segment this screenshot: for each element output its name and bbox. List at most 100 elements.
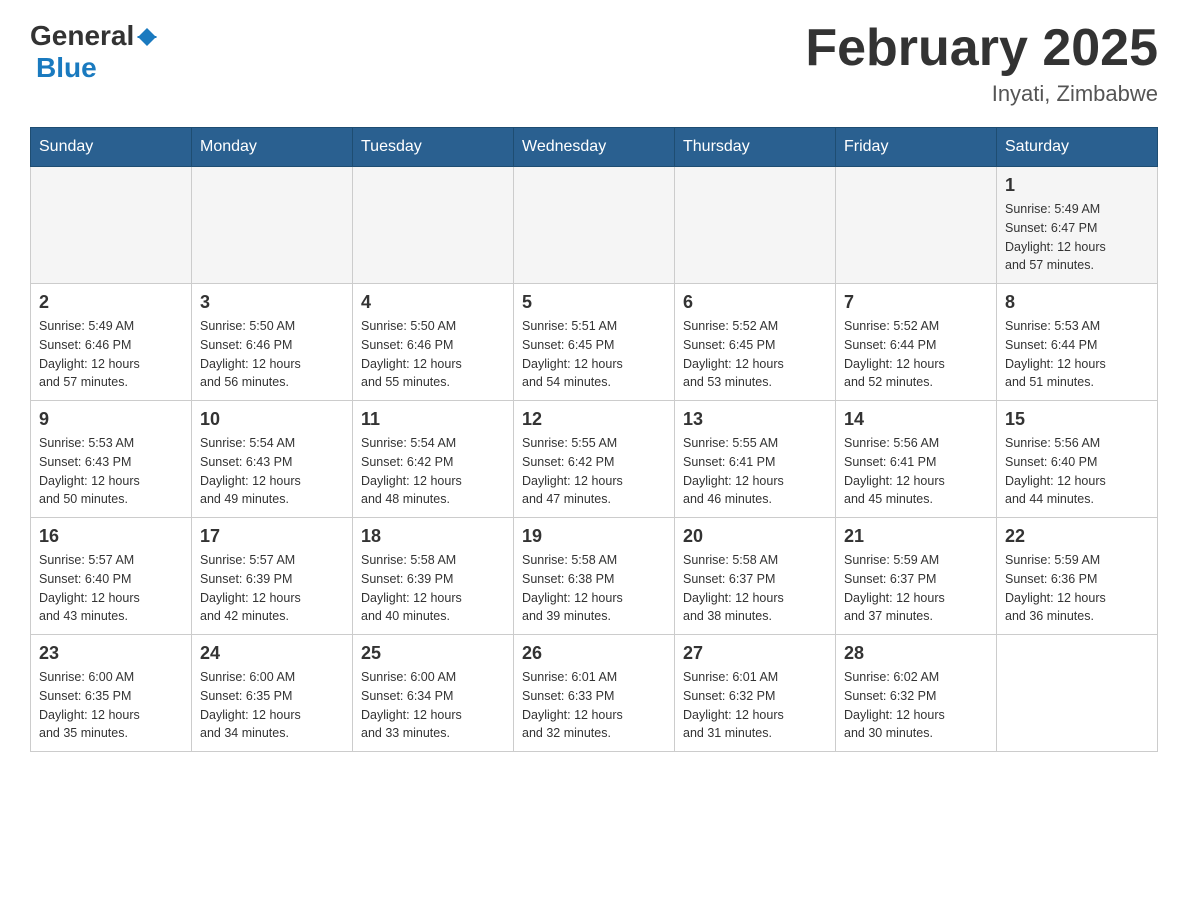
day-info: Sunrise: 5:54 AM Sunset: 6:42 PM Dayligh… <box>361 434 505 509</box>
day-of-week-header: Monday <box>192 128 353 167</box>
day-header-row: SundayMondayTuesdayWednesdayThursdayFrid… <box>31 128 1158 167</box>
day-number: 3 <box>200 292 344 313</box>
day-number: 12 <box>522 409 666 430</box>
logo-blue-text: Blue <box>34 52 97 84</box>
calendar-cell: 3 Sunrise: 5:50 AM Sunset: 6:46 PM Daylig… <box>192 284 353 401</box>
calendar-cell <box>514 167 675 284</box>
day-number: 1 <box>1005 175 1149 196</box>
calendar-cell <box>675 167 836 284</box>
day-info: Sunrise: 6:00 AM Sunset: 6:35 PM Dayligh… <box>200 668 344 743</box>
calendar-cell: 2 Sunrise: 5:49 AM Sunset: 6:46 PM Daylig… <box>31 284 192 401</box>
calendar-cell: 19 Sunrise: 5:58 AM Sunset: 6:38 PM Dayli… <box>514 518 675 635</box>
day-of-week-header: Wednesday <box>514 128 675 167</box>
calendar-cell: 18 Sunrise: 5:58 AM Sunset: 6:39 PM Dayli… <box>353 518 514 635</box>
day-info: Sunrise: 5:58 AM Sunset: 6:37 PM Dayligh… <box>683 551 827 626</box>
calendar-cell: 11 Sunrise: 5:54 AM Sunset: 6:42 PM Dayli… <box>353 401 514 518</box>
month-title: February 2025 <box>805 20 1158 77</box>
day-number: 15 <box>1005 409 1149 430</box>
day-number: 2 <box>39 292 183 313</box>
calendar-cell: 8 Sunrise: 5:53 AM Sunset: 6:44 PM Daylig… <box>997 284 1158 401</box>
day-number: 8 <box>1005 292 1149 313</box>
calendar-cell: 25 Sunrise: 6:00 AM Sunset: 6:34 PM Dayli… <box>353 635 514 752</box>
day-info: Sunrise: 6:02 AM Sunset: 6:32 PM Dayligh… <box>844 668 988 743</box>
day-number: 21 <box>844 526 988 547</box>
day-of-week-header: Friday <box>836 128 997 167</box>
week-row: 23 Sunrise: 6:00 AM Sunset: 6:35 PM Dayli… <box>31 635 1158 752</box>
day-number: 23 <box>39 643 183 664</box>
day-info: Sunrise: 5:50 AM Sunset: 6:46 PM Dayligh… <box>200 317 344 392</box>
day-number: 10 <box>200 409 344 430</box>
day-number: 16 <box>39 526 183 547</box>
day-number: 28 <box>844 643 988 664</box>
calendar-cell: 4 Sunrise: 5:50 AM Sunset: 6:46 PM Daylig… <box>353 284 514 401</box>
day-info: Sunrise: 5:58 AM Sunset: 6:39 PM Dayligh… <box>361 551 505 626</box>
day-number: 27 <box>683 643 827 664</box>
calendar-cell: 7Sunrise: 5:52 AM Sunset: 6:44 PM Daylig… <box>836 284 997 401</box>
day-number: 18 <box>361 526 505 547</box>
day-number: 14 <box>844 409 988 430</box>
calendar-cell: 6 Sunrise: 5:52 AM Sunset: 6:45 PM Daylig… <box>675 284 836 401</box>
location: Inyati, Zimbabwe <box>805 81 1158 107</box>
calendar-cell: 1 Sunrise: 5:49 AM Sunset: 6:47 PM Daylig… <box>997 167 1158 284</box>
day-number: 7 <box>844 292 988 313</box>
calendar-cell: 21 Sunrise: 5:59 AM Sunset: 6:37 PM Dayli… <box>836 518 997 635</box>
day-info: Sunrise: 5:50 AM Sunset: 6:46 PM Dayligh… <box>361 317 505 392</box>
day-info: Sunrise: 5:55 AM Sunset: 6:42 PM Dayligh… <box>522 434 666 509</box>
day-number: 25 <box>361 643 505 664</box>
calendar-table: SundayMondayTuesdayWednesdayThursdayFrid… <box>30 127 1158 752</box>
day-info: Sunrise: 5:56 AM Sunset: 6:41 PM Dayligh… <box>844 434 988 509</box>
day-info: Sunrise: 5:53 AM Sunset: 6:44 PM Dayligh… <box>1005 317 1149 392</box>
day-number: 4 <box>361 292 505 313</box>
logo-general-text: General <box>30 20 134 52</box>
day-number: 20 <box>683 526 827 547</box>
calendar-cell: 9Sunrise: 5:53 AM Sunset: 6:43 PM Daylig… <box>31 401 192 518</box>
day-info: Sunrise: 5:57 AM Sunset: 6:39 PM Dayligh… <box>200 551 344 626</box>
calendar-cell: 24 Sunrise: 6:00 AM Sunset: 6:35 PM Dayli… <box>192 635 353 752</box>
day-info: Sunrise: 5:52 AM Sunset: 6:45 PM Dayligh… <box>683 317 827 392</box>
day-of-week-header: Sunday <box>31 128 192 167</box>
calendar-cell: 28 Sunrise: 6:02 AM Sunset: 6:32 PM Dayli… <box>836 635 997 752</box>
week-row: 16 Sunrise: 5:57 AM Sunset: 6:40 PM Dayli… <box>31 518 1158 635</box>
calendar-cell: 10Sunrise: 5:54 AM Sunset: 6:43 PM Dayli… <box>192 401 353 518</box>
calendar-cell: 17 Sunrise: 5:57 AM Sunset: 6:39 PM Dayli… <box>192 518 353 635</box>
calendar-cell: 26 Sunrise: 6:01 AM Sunset: 6:33 PM Dayli… <box>514 635 675 752</box>
day-number: 11 <box>361 409 505 430</box>
day-info: Sunrise: 5:53 AM Sunset: 6:43 PM Dayligh… <box>39 434 183 509</box>
day-number: 19 <box>522 526 666 547</box>
day-info: Sunrise: 5:49 AM Sunset: 6:47 PM Dayligh… <box>1005 200 1149 275</box>
day-info: Sunrise: 5:49 AM Sunset: 6:46 PM Dayligh… <box>39 317 183 392</box>
calendar-cell: 13 Sunrise: 5:55 AM Sunset: 6:41 PM Dayli… <box>675 401 836 518</box>
day-number: 17 <box>200 526 344 547</box>
calendar-cell <box>192 167 353 284</box>
title-area: February 2025 Inyati, Zimbabwe <box>805 20 1158 107</box>
day-info: Sunrise: 5:56 AM Sunset: 6:40 PM Dayligh… <box>1005 434 1149 509</box>
day-number: 26 <box>522 643 666 664</box>
day-number: 24 <box>200 643 344 664</box>
day-info: Sunrise: 6:00 AM Sunset: 6:35 PM Dayligh… <box>39 668 183 743</box>
day-info: Sunrise: 6:01 AM Sunset: 6:33 PM Dayligh… <box>522 668 666 743</box>
calendar-cell: 23 Sunrise: 6:00 AM Sunset: 6:35 PM Dayli… <box>31 635 192 752</box>
day-info: Sunrise: 5:55 AM Sunset: 6:41 PM Dayligh… <box>683 434 827 509</box>
page-header: General Blue February 2025 Inyati, Zimba… <box>30 20 1158 107</box>
day-number: 22 <box>1005 526 1149 547</box>
calendar-cell <box>997 635 1158 752</box>
day-number: 13 <box>683 409 827 430</box>
day-info: Sunrise: 5:59 AM Sunset: 6:37 PM Dayligh… <box>844 551 988 626</box>
calendar-cell: 15 Sunrise: 5:56 AM Sunset: 6:40 PM Dayli… <box>997 401 1158 518</box>
calendar-cell <box>31 167 192 284</box>
day-info: Sunrise: 5:57 AM Sunset: 6:40 PM Dayligh… <box>39 551 183 626</box>
day-of-week-header: Saturday <box>997 128 1158 167</box>
week-row: 9Sunrise: 5:53 AM Sunset: 6:43 PM Daylig… <box>31 401 1158 518</box>
calendar-cell: 27Sunrise: 6:01 AM Sunset: 6:32 PM Dayli… <box>675 635 836 752</box>
day-info: Sunrise: 5:58 AM Sunset: 6:38 PM Dayligh… <box>522 551 666 626</box>
week-row: 1 Sunrise: 5:49 AM Sunset: 6:47 PM Daylig… <box>31 167 1158 284</box>
day-info: Sunrise: 6:00 AM Sunset: 6:34 PM Dayligh… <box>361 668 505 743</box>
day-number: 6 <box>683 292 827 313</box>
logo: General Blue <box>30 20 157 84</box>
day-info: Sunrise: 5:51 AM Sunset: 6:45 PM Dayligh… <box>522 317 666 392</box>
calendar-cell: 14 Sunrise: 5:56 AM Sunset: 6:41 PM Dayli… <box>836 401 997 518</box>
day-of-week-header: Thursday <box>675 128 836 167</box>
calendar-cell: 5Sunrise: 5:51 AM Sunset: 6:45 PM Daylig… <box>514 284 675 401</box>
week-row: 2 Sunrise: 5:49 AM Sunset: 6:46 PM Daylig… <box>31 284 1158 401</box>
calendar-cell <box>836 167 997 284</box>
